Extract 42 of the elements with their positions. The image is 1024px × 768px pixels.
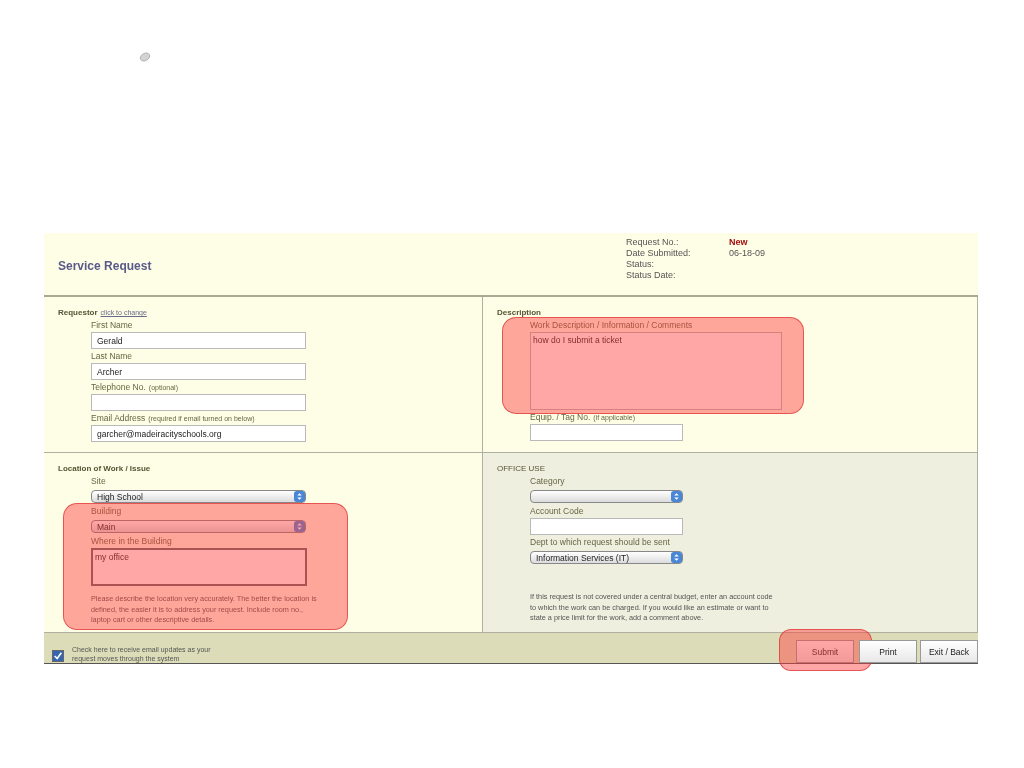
dropdown[interactable]: Information Services (IT) — [530, 551, 683, 564]
action-button[interactable]: Exit / Back — [920, 640, 978, 663]
field-label: Site — [91, 476, 106, 486]
field-label: Account Code — [530, 506, 584, 516]
section-title: Description — [497, 308, 541, 317]
meta-label: Status Date: — [626, 270, 677, 281]
checkbox[interactable] — [52, 650, 64, 662]
field-label: Where in the Building — [91, 536, 172, 546]
section-title: Location of Work / Issue — [58, 464, 151, 473]
field-label: First Name — [91, 320, 133, 330]
stepper-icon — [671, 491, 682, 502]
field-label: Last Name — [91, 351, 133, 361]
field-label: Building — [91, 506, 122, 516]
section-title: OFFICE USE — [497, 464, 545, 473]
dropdown[interactable]: High School — [91, 490, 306, 503]
meta-value: 06-18-09 — [729, 248, 767, 259]
field-label: Work Description / Information / Comments — [530, 320, 693, 330]
field-label: Telephone No. — [91, 382, 146, 392]
stepper-icon — [294, 491, 305, 502]
section-title: Requestor — [58, 308, 98, 317]
meta-label: Date Submitted: — [626, 248, 692, 259]
meta-value: New — [729, 237, 749, 248]
meta-label: Status: — [626, 259, 655, 270]
dropdown[interactable] — [530, 490, 683, 503]
input-field[interactable] — [91, 394, 306, 411]
stepper-icon — [671, 552, 682, 563]
field-label: Category — [530, 476, 565, 486]
action-button[interactable]: Submit — [796, 640, 854, 663]
action-button[interactable]: Print — [859, 640, 917, 663]
input-field[interactable]: Archer — [91, 363, 306, 380]
dropdown[interactable]: Main — [91, 520, 306, 533]
input-field[interactable] — [530, 424, 683, 441]
form-title: Service Request — [58, 259, 153, 273]
input-field[interactable]: garcher@madeiracityschools.org — [91, 425, 306, 442]
input-field[interactable] — [530, 518, 683, 535]
text-area[interactable]: my office — [91, 548, 307, 586]
field-label: Dept to which request should be sent — [530, 537, 670, 547]
field-label: Email Address — [91, 413, 146, 423]
field-label: Equip. / Tag No. — [530, 412, 591, 422]
input-field[interactable]: Gerald — [91, 332, 306, 349]
meta-label: Request No.: — [626, 237, 680, 248]
stepper-icon — [294, 521, 305, 532]
